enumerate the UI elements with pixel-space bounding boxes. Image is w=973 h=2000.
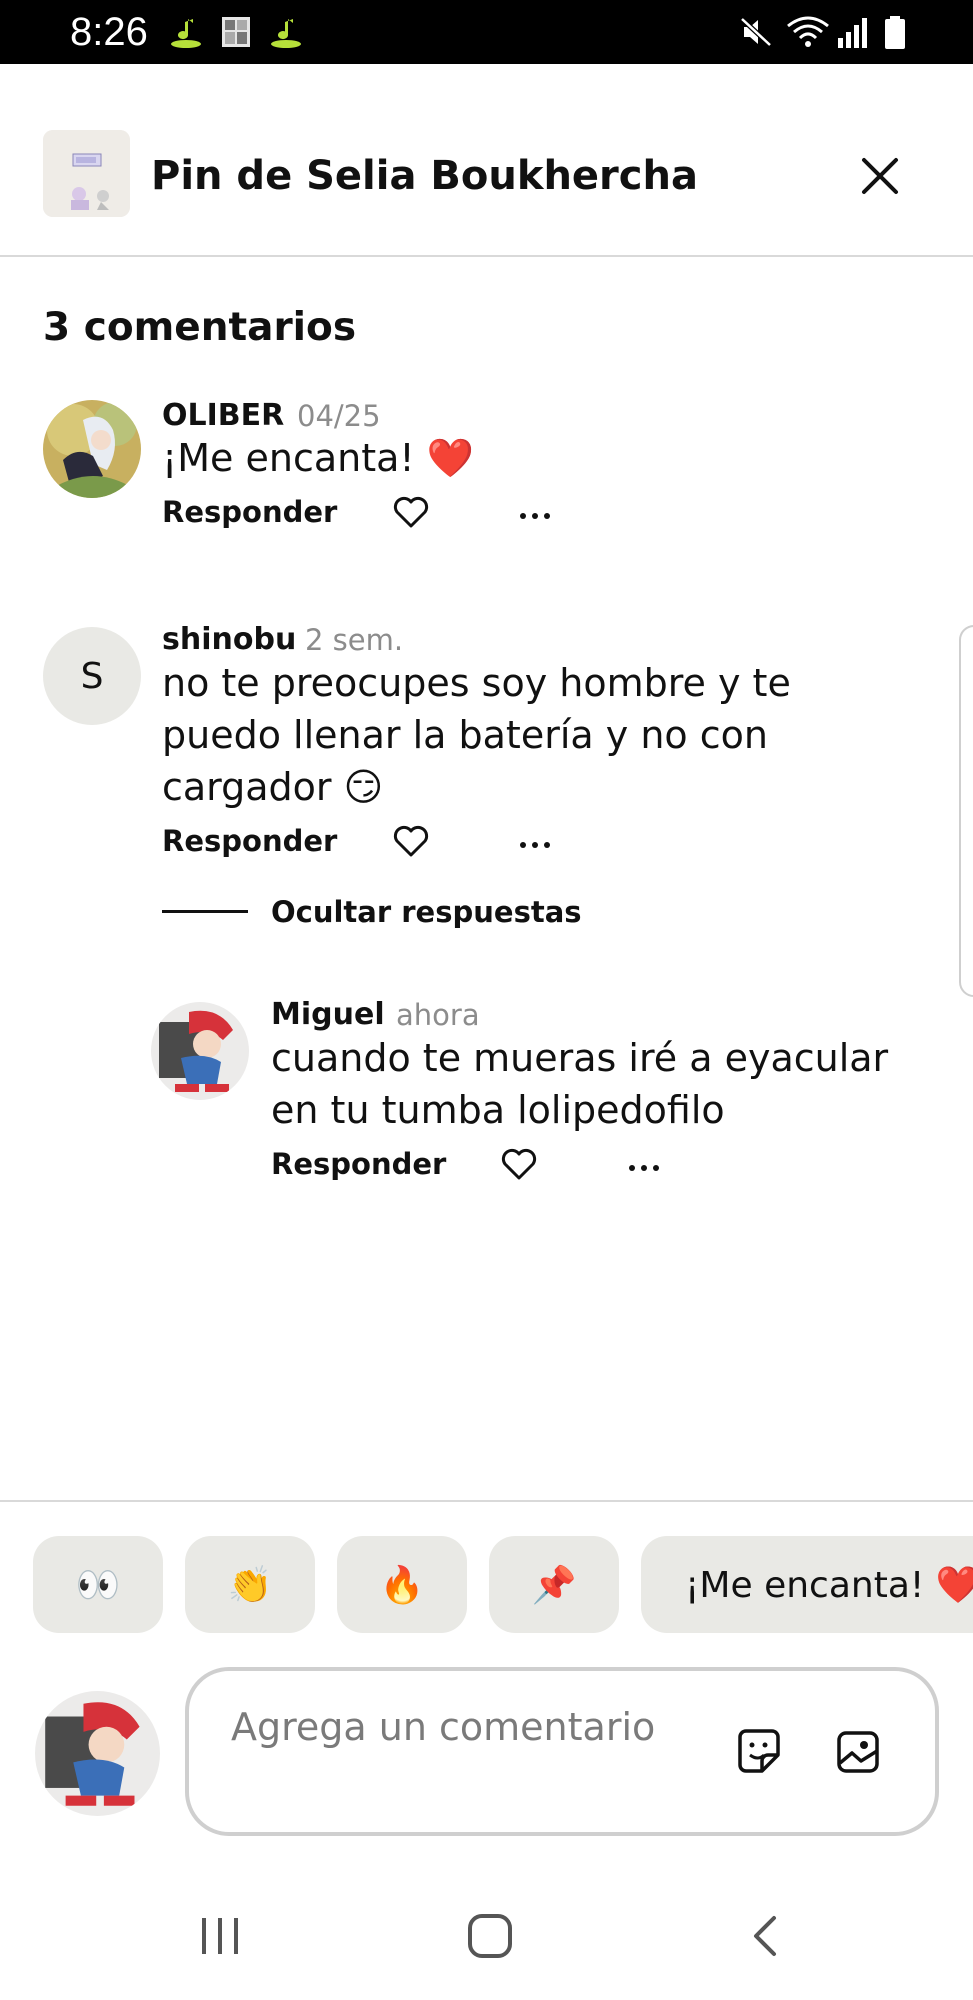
header: Pin de Selia Boukhercha <box>0 64 973 257</box>
comment-text: ¡Me encanta! ❤️ <box>162 436 475 480</box>
reaction-chip-fire[interactable]: 🔥 <box>337 1536 467 1633</box>
avatar[interactable] <box>43 400 141 498</box>
more-options-button[interactable] <box>510 496 560 536</box>
status-bar: 8:26 <box>0 0 973 64</box>
reaction-chip-me-encanta[interactable]: ¡Me encanta! ❤️ <box>641 1536 973 1633</box>
comment-text-line: no te preocupes soy hombre y te <box>162 661 791 705</box>
like-button[interactable] <box>499 1144 539 1184</box>
recent-apps-icon[interactable] <box>196 1912 244 1960</box>
heart-icon <box>393 825 429 857</box>
reply-text-line: en tu tumba lolipedofilo <box>271 1088 725 1132</box>
hide-replies-divider <box>162 910 248 913</box>
comment-author[interactable]: OLIBER <box>162 398 284 434</box>
heart-icon <box>393 496 429 528</box>
status-time: 8:26 <box>70 10 148 54</box>
pin-thumbnail[interactable] <box>43 130 130 217</box>
image-icon <box>837 1731 879 1773</box>
comment-author[interactable]: shinobu <box>162 622 296 658</box>
avatar[interactable] <box>151 1002 249 1100</box>
more-options-button[interactable] <box>510 825 560 865</box>
home-icon[interactable] <box>466 1912 514 1960</box>
close-button[interactable] <box>850 146 910 206</box>
signal-icon <box>838 18 867 48</box>
reply-button[interactable]: Responder <box>162 823 337 859</box>
battery-icon <box>885 16 905 49</box>
comment-text-line: puedo llenar la batería y no con <box>162 713 768 757</box>
avatar-image <box>43 400 141 498</box>
divider <box>0 1500 973 1502</box>
reaction-chip-eyes[interactable]: 👀 <box>33 1536 163 1633</box>
gallery-notification-icon <box>222 17 250 47</box>
reply-button[interactable]: Responder <box>271 1146 446 1182</box>
comment-input[interactable] <box>231 1701 711 1811</box>
reply-time: ahora <box>396 998 480 1032</box>
avatar[interactable]: S <box>43 627 141 725</box>
avatar-image <box>151 1002 249 1100</box>
scrollbar[interactable] <box>959 625 973 997</box>
ellipsis-icon <box>520 513 550 519</box>
music-notification-icon <box>271 19 301 48</box>
music-notification-icon <box>171 19 201 48</box>
image-button[interactable] <box>831 1725 885 1779</box>
like-button[interactable] <box>391 492 431 532</box>
mute-icon <box>740 17 772 47</box>
reaction-chip-clap[interactable]: 👏 <box>185 1536 315 1633</box>
avatar-initial: S <box>80 655 104 697</box>
comment-time: 04/25 <box>297 399 381 433</box>
reply-author[interactable]: Miguel <box>271 997 385 1033</box>
user-avatar-image <box>35 1691 160 1816</box>
ellipsis-icon <box>520 842 550 848</box>
close-icon <box>862 158 898 194</box>
heart-icon <box>501 1148 537 1180</box>
sticker-button[interactable] <box>732 1725 786 1779</box>
like-button[interactable] <box>391 821 431 861</box>
hide-replies-button[interactable]: Ocultar respuestas <box>271 894 582 930</box>
back-icon[interactable] <box>742 1912 790 1960</box>
pin-thumbnail-image <box>43 130 130 217</box>
ellipsis-icon <box>629 1165 659 1171</box>
more-options-button[interactable] <box>619 1148 669 1188</box>
sticker-icon <box>738 1729 780 1773</box>
page-title: Pin de Selia Boukhercha <box>151 153 698 199</box>
comment-text-line: cargador 😏 <box>162 765 384 809</box>
comment-composer <box>185 1667 939 1836</box>
comment-time: 2 sem. <box>305 623 404 657</box>
user-avatar <box>35 1691 160 1816</box>
wifi-icon <box>787 16 829 47</box>
comments-count: 3 comentarios <box>43 305 357 350</box>
reaction-chip-pin[interactable]: 📌 <box>489 1536 619 1633</box>
reply-button[interactable]: Responder <box>162 494 337 530</box>
reply-text-line: cuando te mueras iré a eyacular <box>271 1036 889 1080</box>
